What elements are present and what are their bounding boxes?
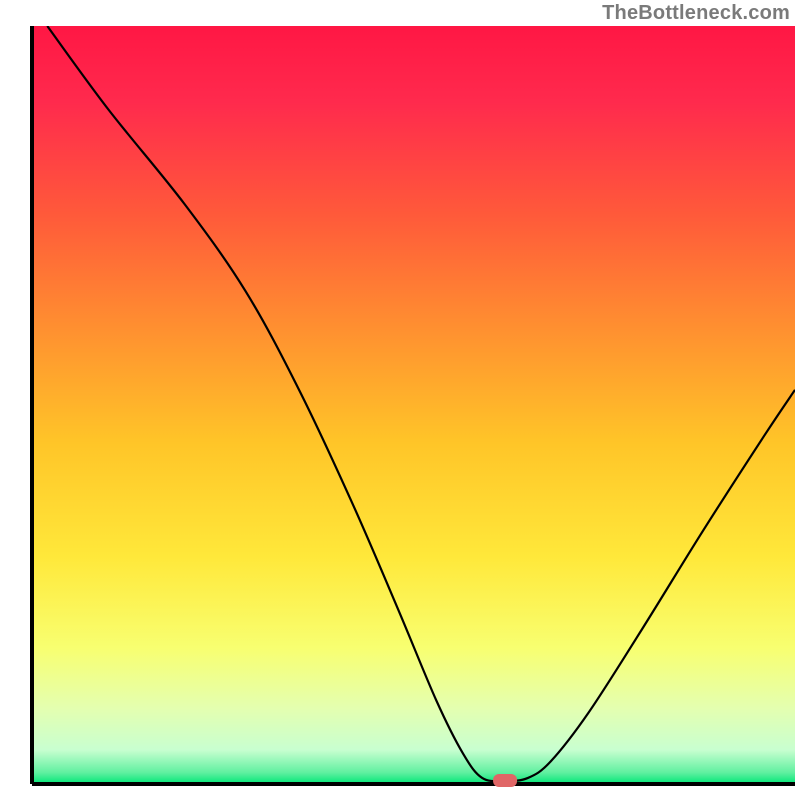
optimum-marker xyxy=(493,774,517,787)
plot-background xyxy=(32,26,795,784)
watermark-label: TheBottleneck.com xyxy=(602,2,790,25)
chart-svg xyxy=(0,0,800,800)
bottleneck-chart: TheBottleneck.com xyxy=(0,0,800,800)
